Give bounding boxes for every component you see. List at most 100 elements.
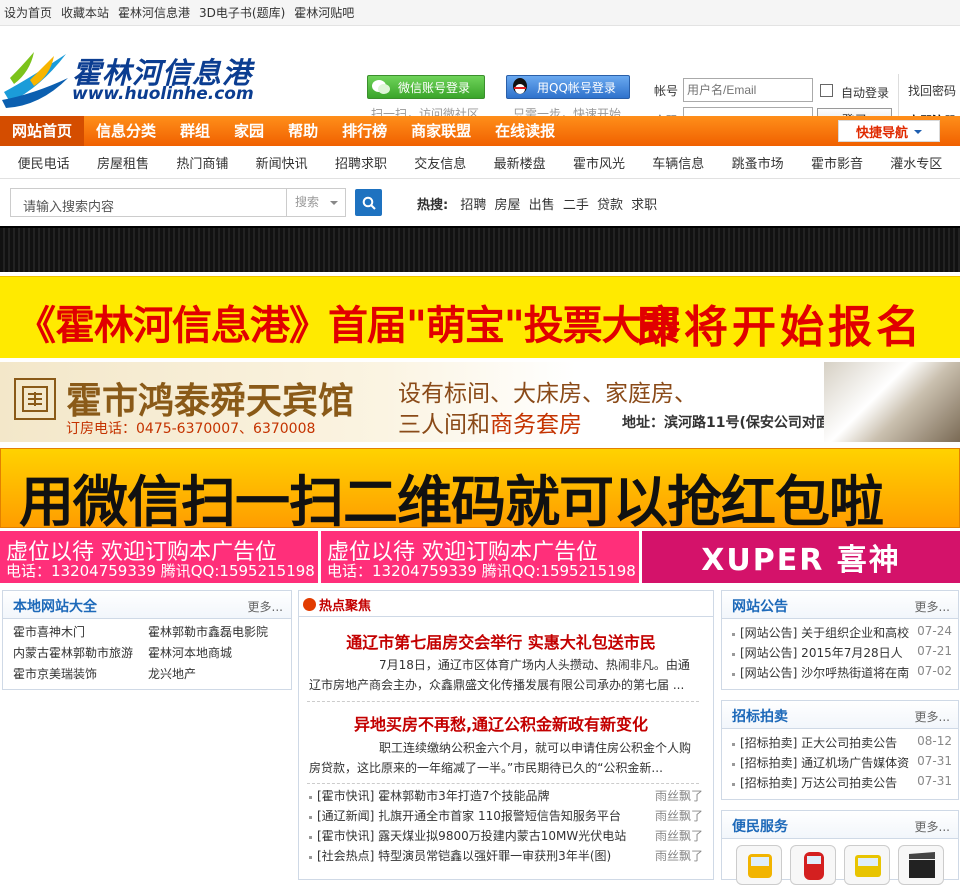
ad-slot-1[interactable]: 虚位以待 欢迎订购本广告位 电话：13204759339 腾讯QQ:159521… xyxy=(0,531,318,583)
local-sites-title: 本地网站大全 xyxy=(13,599,97,615)
bookmark-link[interactable]: 收藏本站 xyxy=(61,4,109,21)
search-button[interactable] xyxy=(355,189,382,216)
headline-2[interactable]: 异地买房不再愁,通辽公积金新政有新变化 xyxy=(299,711,703,735)
qq-icon xyxy=(509,76,531,98)
nav-home[interactable]: 网站首页 xyxy=(0,116,85,146)
subnav-item[interactable]: 车辆信息 xyxy=(652,153,704,172)
announce-title: 网站公告 xyxy=(732,599,788,615)
list-item[interactable]: [霍市快讯] 露天煤业拟9800万投建内蒙古10MW光伏电站 雨丝飘了 xyxy=(309,827,703,847)
nav-groups[interactable]: 群组 xyxy=(168,116,222,146)
service-more[interactable]: 更多... xyxy=(915,818,950,835)
train-icon[interactable] xyxy=(790,845,836,885)
local-sites-more[interactable]: 更多... xyxy=(248,598,283,615)
subnav-item[interactable]: 霍市影音 xyxy=(811,153,863,172)
auto-login-label: 自动登录 xyxy=(841,86,890,100)
search-input[interactable]: 请输入搜索内容 xyxy=(23,196,114,215)
hot-search-item[interactable]: 贷款 xyxy=(597,198,623,213)
list-item[interactable]: [霍市快讯] 霍林郭勒市3年打造7个技能品牌 雨丝飘了 xyxy=(309,787,703,807)
quick-nav-label: 快捷导航 xyxy=(855,125,908,141)
subnav-item[interactable]: 交友信息 xyxy=(414,153,466,172)
wechat-login-button[interactable]: 微信账号登录 xyxy=(367,75,485,99)
subnav-item[interactable]: 跳蚤市场 xyxy=(732,153,784,172)
hotel-room-image xyxy=(824,362,960,442)
red-packet-text: 用微信扫一扫二维码就可以抢红包啦 xyxy=(19,470,884,534)
hot-news-title: 热点聚焦 xyxy=(319,599,372,614)
site-link[interactable]: 龙兴地产 xyxy=(148,665,288,682)
site-link[interactable]: 内蒙古霍林郭勒市旅游 xyxy=(13,644,148,661)
qq-login-button[interactable]: 用QQ帐号登录 xyxy=(506,75,630,99)
lantern-icon xyxy=(303,598,316,611)
movie-icon[interactable] xyxy=(898,845,944,885)
hot-search-item[interactable]: 二手 xyxy=(563,198,589,213)
list-item[interactable]: [招标拍卖] 正大公司拍卖公告 08-12 xyxy=(732,734,952,754)
subnav-item[interactable]: 房屋租售 xyxy=(97,153,149,172)
site-link[interactable]: 霍市喜神木门 xyxy=(13,623,148,640)
site-link[interactable]: 霍林郭勒市鑫磊电影院 xyxy=(148,623,288,640)
hotel-banner[interactable]: 霍市鸿泰舜天宾馆 订房电话：0475-6370007、6370008 设有标间、… xyxy=(0,362,960,442)
ad-slot-contact: 电话：13204759339 腾讯QQ:1595215198 xyxy=(6,562,315,580)
list-item[interactable]: [招标拍卖] 万达公司拍卖公告 07-31 xyxy=(732,774,952,794)
subnav-item[interactable]: 热门商铺 xyxy=(176,153,228,172)
list-item[interactable]: [网站公告] 2015年7月28日人 07-21 xyxy=(732,644,952,664)
list-item[interactable]: [网站公告] 关于组织企业和高校 07-24 xyxy=(732,624,952,644)
wechat-icon xyxy=(370,76,392,98)
announce-more[interactable]: 更多... xyxy=(915,598,950,615)
sub-nav: 便民电话 房屋租售 热门商铺 新闻快讯 招聘求职 交友信息 最新楼盘 霍市风光 … xyxy=(0,146,960,179)
dark-banner[interactable] xyxy=(0,226,960,272)
search-box[interactable]: 请输入搜索内容 搜索 xyxy=(10,188,346,217)
set-homepage-link[interactable]: 设为首页 xyxy=(4,4,52,21)
hot-search-item[interactable]: 招聘 xyxy=(460,198,486,213)
subnav-item[interactable]: 最新楼盘 xyxy=(494,153,546,172)
bus-icon[interactable] xyxy=(736,845,782,885)
site-link[interactable]: 霍林河信息港 xyxy=(118,4,190,21)
hotel-name: 霍市鸿泰舜天宾馆 xyxy=(66,380,355,422)
auction-more[interactable]: 更多... xyxy=(915,708,950,725)
list-item[interactable]: [社会热点] 特型演员常铠鑫以强奸罪一审获刑3年半(图) 雨丝飘了 xyxy=(309,847,703,867)
auction-title: 招标拍卖 xyxy=(732,709,788,725)
service-title: 便民服务 xyxy=(732,819,788,835)
site-link[interactable]: 霍林河本地商城 xyxy=(148,644,288,661)
vote-banner[interactable]: 《霍林河信息港》首届"萌宝"投票大赛 即将开始报名啦 xyxy=(0,276,960,417)
subnav-item[interactable]: 霍市风光 xyxy=(573,153,625,172)
subnav-item[interactable]: 招聘求职 xyxy=(335,153,387,172)
xuper-ad[interactable]: XUPER 喜神 xyxy=(642,531,960,583)
ad-slot-2[interactable]: 虚位以待 欢迎订购本广告位 电话：13204759339 腾讯QQ:159521… xyxy=(321,531,639,583)
search-icon xyxy=(362,196,376,210)
announce-panel: 网站公告 更多... [网站公告] 关于组织企业和高校 07-24 [网站公告] … xyxy=(721,590,959,690)
headline-1[interactable]: 通辽市第七届房交会举行 实惠大礼包送市民 xyxy=(299,629,703,653)
hot-search-item[interactable]: 求职 xyxy=(631,198,657,213)
tieba-link[interactable]: 霍林河贴吧 xyxy=(294,4,354,21)
logo-swoosh-icon xyxy=(2,52,68,108)
site-logo[interactable]: 霍林河信息港 www.huolinhe.com xyxy=(0,48,290,110)
auction-panel: 招标拍卖 更多... [招标拍卖] 正大公司拍卖公告 08-12 [招标拍卖] 通… xyxy=(721,700,959,800)
nav-ranking[interactable]: 排行榜 xyxy=(330,116,399,146)
subnav-item[interactable]: 新闻快讯 xyxy=(256,153,308,172)
list-item[interactable]: [通辽新闻] 扎旗开通全市首家 110报警短信告知服务平台 雨丝飘了 xyxy=(309,807,703,827)
account-input[interactable] xyxy=(683,78,813,102)
red-packet-banner[interactable]: 用微信扫一扫二维码就可以抢红包啦 xyxy=(0,448,960,534)
hotel-phone: 订房电话：0475-6370007、6370008 xyxy=(66,421,316,437)
logo-url: www.huolinhe.com xyxy=(72,84,254,104)
wechat-login-label: 微信账号登录 xyxy=(398,80,471,95)
coach-icon[interactable] xyxy=(844,845,890,885)
nav-home-space[interactable]: 家园 xyxy=(222,116,276,146)
list-item[interactable]: [招标拍卖] 通辽机场广告媒体资 07-31 xyxy=(732,754,952,774)
auto-login-checkbox[interactable] xyxy=(820,84,833,97)
subnav-item[interactable]: 便民电话 xyxy=(18,153,70,172)
ebook-link[interactable]: 3D电子书(题库) xyxy=(199,4,285,21)
hot-search: 热搜: 招聘 房屋 出售 二手 贷款 求职 xyxy=(417,194,661,213)
vote-banner-title: 《霍林河信息港》首届"萌宝"投票大赛 xyxy=(16,303,681,349)
nav-merchants[interactable]: 商家联盟 xyxy=(399,116,483,146)
site-link[interactable]: 霍市京美瑞装饰 xyxy=(13,665,148,682)
forgot-password-link[interactable]: 找回密码 xyxy=(908,82,956,99)
nav-newspaper[interactable]: 在线读报 xyxy=(483,116,567,146)
hot-search-item[interactable]: 房屋 xyxy=(495,198,521,213)
list-item[interactable]: [网站公告] 沙尔呼热街道将在南 07-02 xyxy=(732,664,952,684)
hot-search-item[interactable]: 出售 xyxy=(529,198,555,213)
search-type-select[interactable]: 搜索 xyxy=(286,189,346,216)
hot-search-label: 热搜: xyxy=(417,198,449,213)
subnav-item[interactable]: 灌水专区 xyxy=(890,153,942,172)
nav-help[interactable]: 帮助 xyxy=(276,116,330,146)
nav-categories[interactable]: 信息分类 xyxy=(84,116,168,146)
quick-nav-button[interactable]: 快捷导航 xyxy=(838,120,940,142)
